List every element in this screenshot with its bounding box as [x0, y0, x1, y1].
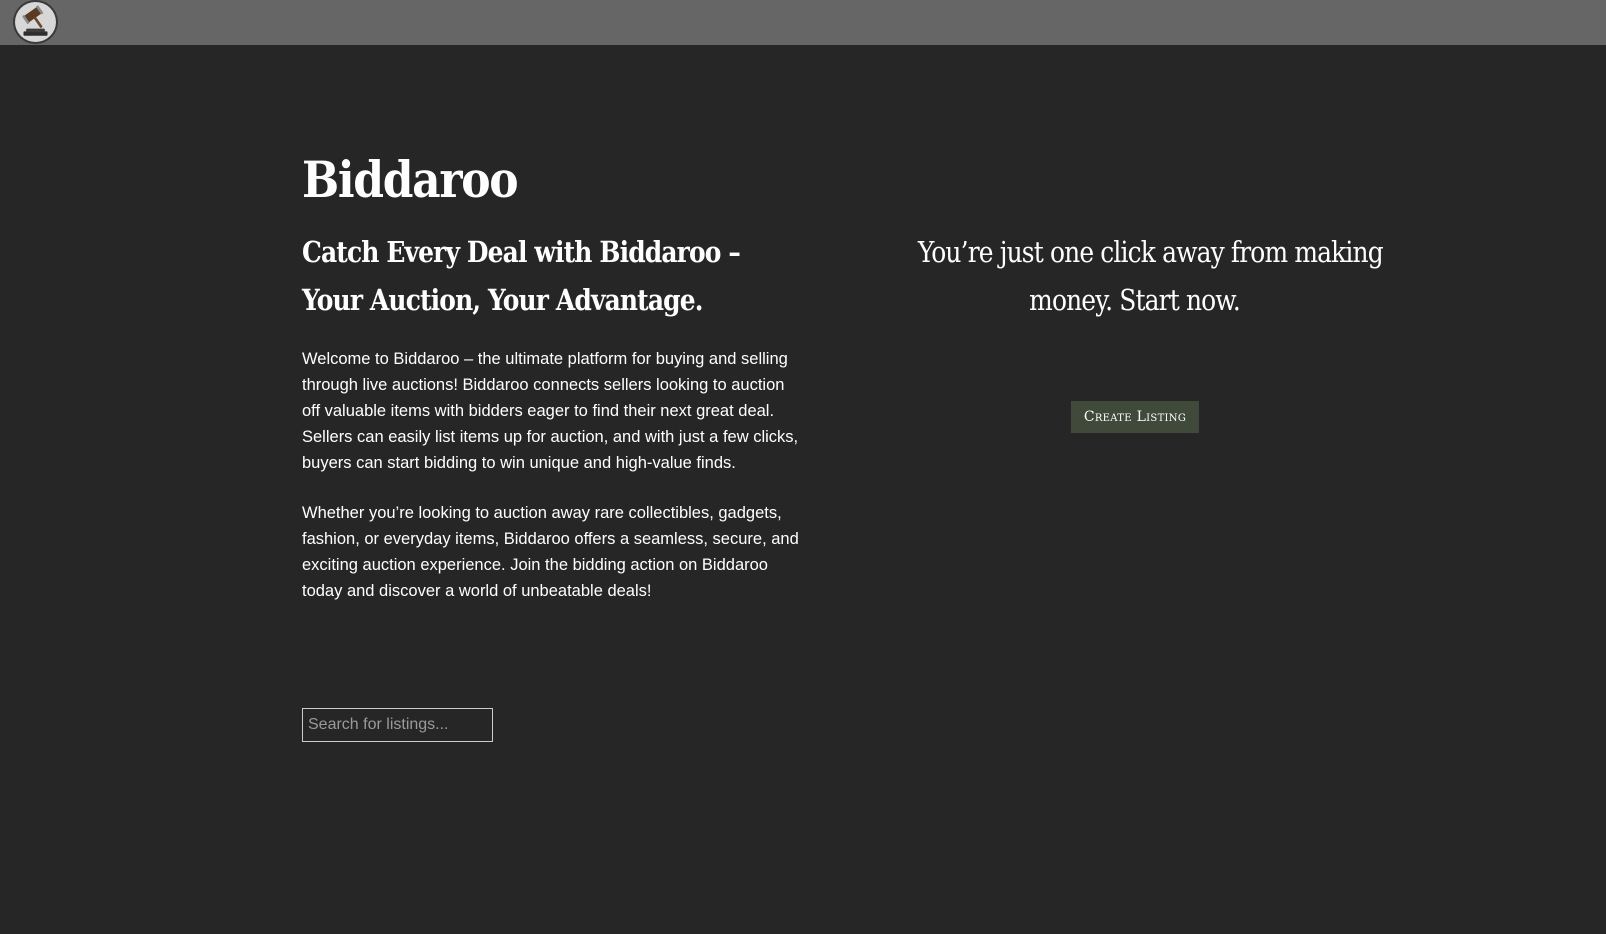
cta-heading-line: You’re just one click away from making — [917, 235, 1384, 269]
create-listing-button[interactable]: Create Listing — [1071, 401, 1199, 433]
intro-text: Welcome to Biddaroo – the ultimate platf… — [302, 346, 807, 604]
site-title: Biddaroo — [302, 150, 519, 209]
top-navigation-bar — [0, 0, 1606, 45]
cta-heading: You’re just one click away from making m… — [880, 228, 1390, 324]
intro-paragraph: Whether you’re looking to auction away r… — [302, 504, 799, 600]
hero-tagline: Catch Every Deal with Biddaroo – Your Au… — [302, 235, 741, 317]
gavel-icon[interactable] — [13, 0, 58, 44]
intro-paragraph: Welcome to Biddaroo – the ultimate platf… — [302, 350, 799, 472]
search-input[interactable] — [302, 708, 493, 742]
cta-heading-line: money. Start now. — [1029, 283, 1242, 317]
